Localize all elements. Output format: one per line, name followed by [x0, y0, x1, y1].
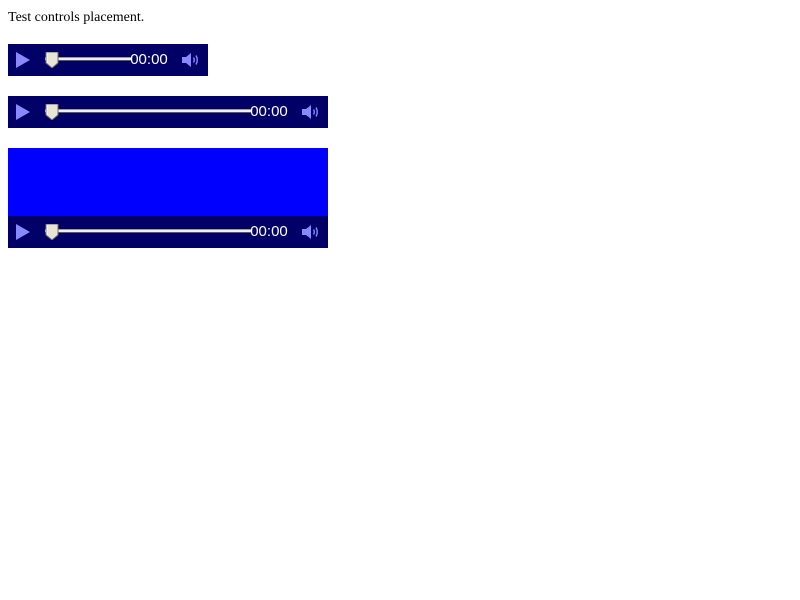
seek-thumb[interactable] — [45, 224, 59, 240]
seek-track — [45, 229, 252, 233]
play-icon[interactable] — [14, 52, 32, 68]
play-icon[interactable] — [14, 104, 32, 120]
video-area[interactable] — [8, 148, 328, 216]
seek-slider[interactable] — [45, 52, 132, 68]
play-icon[interactable] — [14, 224, 32, 240]
video-player: 00:00 — [8, 148, 328, 248]
media-controls-bar: 00:00 — [8, 216, 328, 248]
media-controls-bar: 00:00 — [8, 96, 328, 128]
volume-icon[interactable] — [301, 224, 321, 240]
time-display: 00:00 — [130, 51, 168, 68]
time-display: 00:00 — [250, 103, 288, 120]
time-display: 00:00 — [250, 223, 288, 240]
audio-player-wide: 00:00 — [8, 96, 328, 128]
page-caption: Test controls placement. — [8, 10, 145, 25]
seek-thumb[interactable] — [45, 52, 59, 68]
volume-icon[interactable] — [301, 104, 321, 120]
media-controls-bar: 00:00 — [8, 44, 208, 76]
seek-thumb[interactable] — [45, 104, 59, 120]
seek-slider[interactable] — [45, 104, 252, 120]
audio-player-narrow: 00:00 — [8, 44, 208, 76]
seek-track — [45, 109, 252, 113]
seek-slider[interactable] — [45, 224, 252, 240]
volume-icon[interactable] — [181, 52, 201, 68]
